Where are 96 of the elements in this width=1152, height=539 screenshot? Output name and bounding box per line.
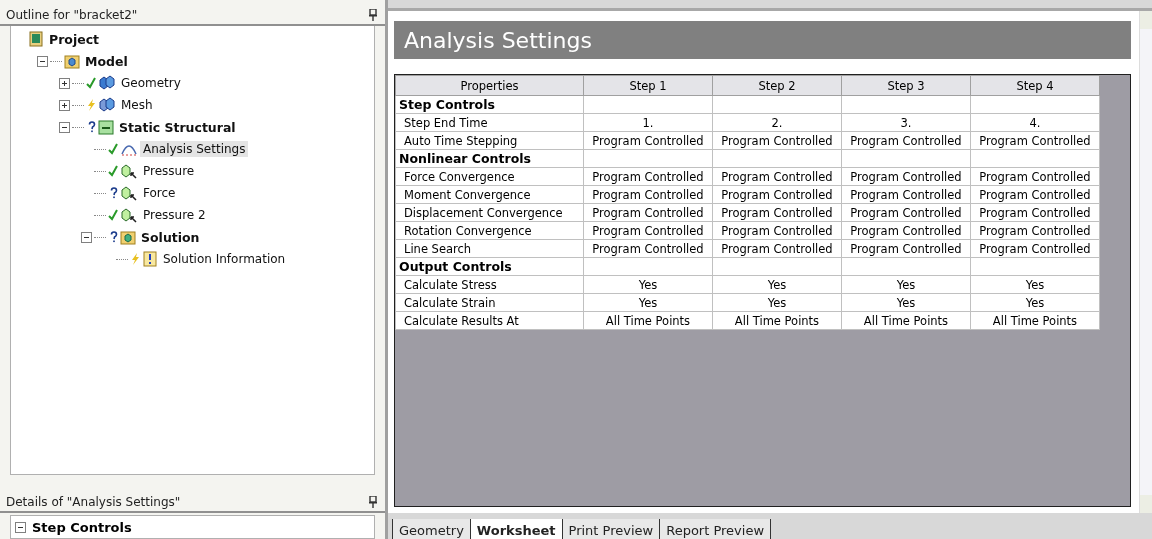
value-cell: Yes bbox=[583, 293, 713, 312]
value-cell: Program Controlled bbox=[583, 221, 713, 240]
cubes-icon bbox=[98, 75, 116, 91]
value-cell: Program Controlled bbox=[583, 203, 713, 222]
value-cell: Yes bbox=[712, 275, 842, 294]
value-cell: Yes bbox=[841, 275, 971, 294]
panel-title: Details of "Analysis Settings" bbox=[6, 495, 181, 509]
section-row: Nonlinear Controls bbox=[395, 149, 584, 168]
value-cell: Program Controlled bbox=[970, 203, 1100, 222]
collapse-icon[interactable] bbox=[81, 231, 92, 243]
tree-item[interactable]: Pressure 2 bbox=[140, 207, 209, 223]
section-header: Step Controls bbox=[32, 519, 132, 535]
tree-item[interactable]: Geometry bbox=[118, 75, 184, 91]
expand-icon[interactable] bbox=[59, 99, 70, 111]
collapse-icon[interactable] bbox=[15, 521, 26, 533]
value-cell: All Time Points bbox=[970, 311, 1100, 330]
value-cell: Program Controlled bbox=[583, 239, 713, 258]
value-cell: Yes bbox=[970, 275, 1100, 294]
column-header: Step 3 bbox=[841, 75, 971, 96]
value-cell: All Time Points bbox=[841, 311, 971, 330]
value-cell: Program Controlled bbox=[712, 131, 842, 150]
value-cell: Program Controlled bbox=[583, 185, 713, 204]
book-icon bbox=[28, 31, 44, 47]
value-cell: Program Controlled bbox=[970, 185, 1100, 204]
property-cell: Calculate Results At bbox=[395, 311, 584, 330]
value-cell: Program Controlled bbox=[841, 185, 971, 204]
tree-item[interactable]: Model bbox=[82, 52, 131, 70]
value-cell: Program Controlled bbox=[970, 221, 1100, 240]
value-cell: 3. bbox=[841, 113, 971, 132]
scrollbar[interactable] bbox=[1139, 11, 1152, 513]
value-cell: Program Controlled bbox=[712, 221, 842, 240]
value-cell: Program Controlled bbox=[970, 239, 1100, 258]
value-cell: Program Controlled bbox=[841, 221, 971, 240]
value-cell: Program Controlled bbox=[841, 167, 971, 186]
tree-item[interactable]: Solution Information bbox=[160, 251, 289, 267]
pin-icon[interactable] bbox=[369, 496, 377, 508]
view-tab[interactable]: Report Preview bbox=[659, 519, 772, 539]
value-cell: Program Controlled bbox=[970, 131, 1100, 150]
cube-folder-icon bbox=[120, 229, 136, 245]
value-cell: Program Controlled bbox=[712, 185, 842, 204]
cubes-icon bbox=[98, 97, 116, 113]
value-cell: Yes bbox=[583, 275, 713, 294]
property-cell: Calculate Stress bbox=[395, 275, 584, 294]
value-cell: Program Controlled bbox=[841, 131, 971, 150]
property-cell: Step End Time bbox=[395, 113, 584, 132]
cube-arrow-icon bbox=[120, 163, 138, 179]
value-cell: Program Controlled bbox=[970, 167, 1100, 186]
value-cell: Yes bbox=[841, 293, 971, 312]
tree-item[interactable]: Solution bbox=[138, 228, 203, 246]
folder-icon bbox=[98, 119, 114, 135]
column-header: Step 2 bbox=[712, 75, 842, 96]
value-cell: 1. bbox=[583, 113, 713, 132]
view-tab[interactable]: Print Preview bbox=[561, 519, 661, 539]
tree-item[interactable]: Project bbox=[46, 30, 103, 48]
tree-item[interactable]: Static Structural bbox=[116, 118, 239, 136]
property-cell: Moment Convergence bbox=[395, 185, 584, 204]
value-cell: 4. bbox=[970, 113, 1100, 132]
cube-folder-icon bbox=[64, 53, 80, 69]
tree-item[interactable]: Mesh bbox=[118, 97, 156, 113]
column-header: Properties bbox=[395, 75, 584, 96]
panel-title: Outline for "bracket2" bbox=[6, 8, 138, 22]
collapse-icon[interactable] bbox=[37, 55, 48, 67]
property-cell: Auto Time Stepping bbox=[395, 131, 584, 150]
property-cell: Calculate Strain bbox=[395, 293, 584, 312]
section-row: Output Controls bbox=[395, 257, 584, 276]
collapse-icon[interactable] bbox=[59, 121, 70, 133]
value-cell: Program Controlled bbox=[583, 167, 713, 186]
view-tab[interactable]: Worksheet bbox=[469, 519, 563, 539]
value-cell: Program Controlled bbox=[712, 203, 842, 222]
property-cell: Force Convergence bbox=[395, 167, 584, 186]
cube-arrow-icon bbox=[120, 207, 138, 223]
value-cell: Program Controlled bbox=[712, 239, 842, 258]
value-cell: Program Controlled bbox=[583, 131, 713, 150]
value-cell: Program Controlled bbox=[841, 239, 971, 258]
property-cell: Line Search bbox=[395, 239, 584, 258]
column-header: Step 4 bbox=[970, 75, 1100, 96]
property-cell: Displacement Convergence bbox=[395, 203, 584, 222]
value-cell: All Time Points bbox=[712, 311, 842, 330]
value-cell: Program Controlled bbox=[712, 167, 842, 186]
value-cell: Yes bbox=[712, 293, 842, 312]
value-cell: Program Controlled bbox=[841, 203, 971, 222]
section-row: Step Controls bbox=[395, 95, 584, 114]
worksheet-title: Analysis Settings bbox=[394, 21, 1131, 59]
value-cell: Yes bbox=[970, 293, 1100, 312]
info-icon bbox=[142, 251, 158, 267]
tree-item[interactable]: Analysis Settings bbox=[140, 141, 249, 157]
column-header: Step 1 bbox=[583, 75, 713, 96]
property-cell: Rotation Convergence bbox=[395, 221, 584, 240]
pin-icon[interactable] bbox=[369, 9, 377, 21]
tree-item[interactable]: Force bbox=[140, 185, 179, 201]
expand-icon[interactable] bbox=[59, 77, 70, 89]
cube-arrow-icon bbox=[120, 185, 138, 201]
tree-item[interactable]: Pressure bbox=[140, 163, 198, 179]
view-tab[interactable]: Geometry bbox=[392, 519, 471, 539]
value-cell: 2. bbox=[712, 113, 842, 132]
value-cell: All Time Points bbox=[583, 311, 713, 330]
